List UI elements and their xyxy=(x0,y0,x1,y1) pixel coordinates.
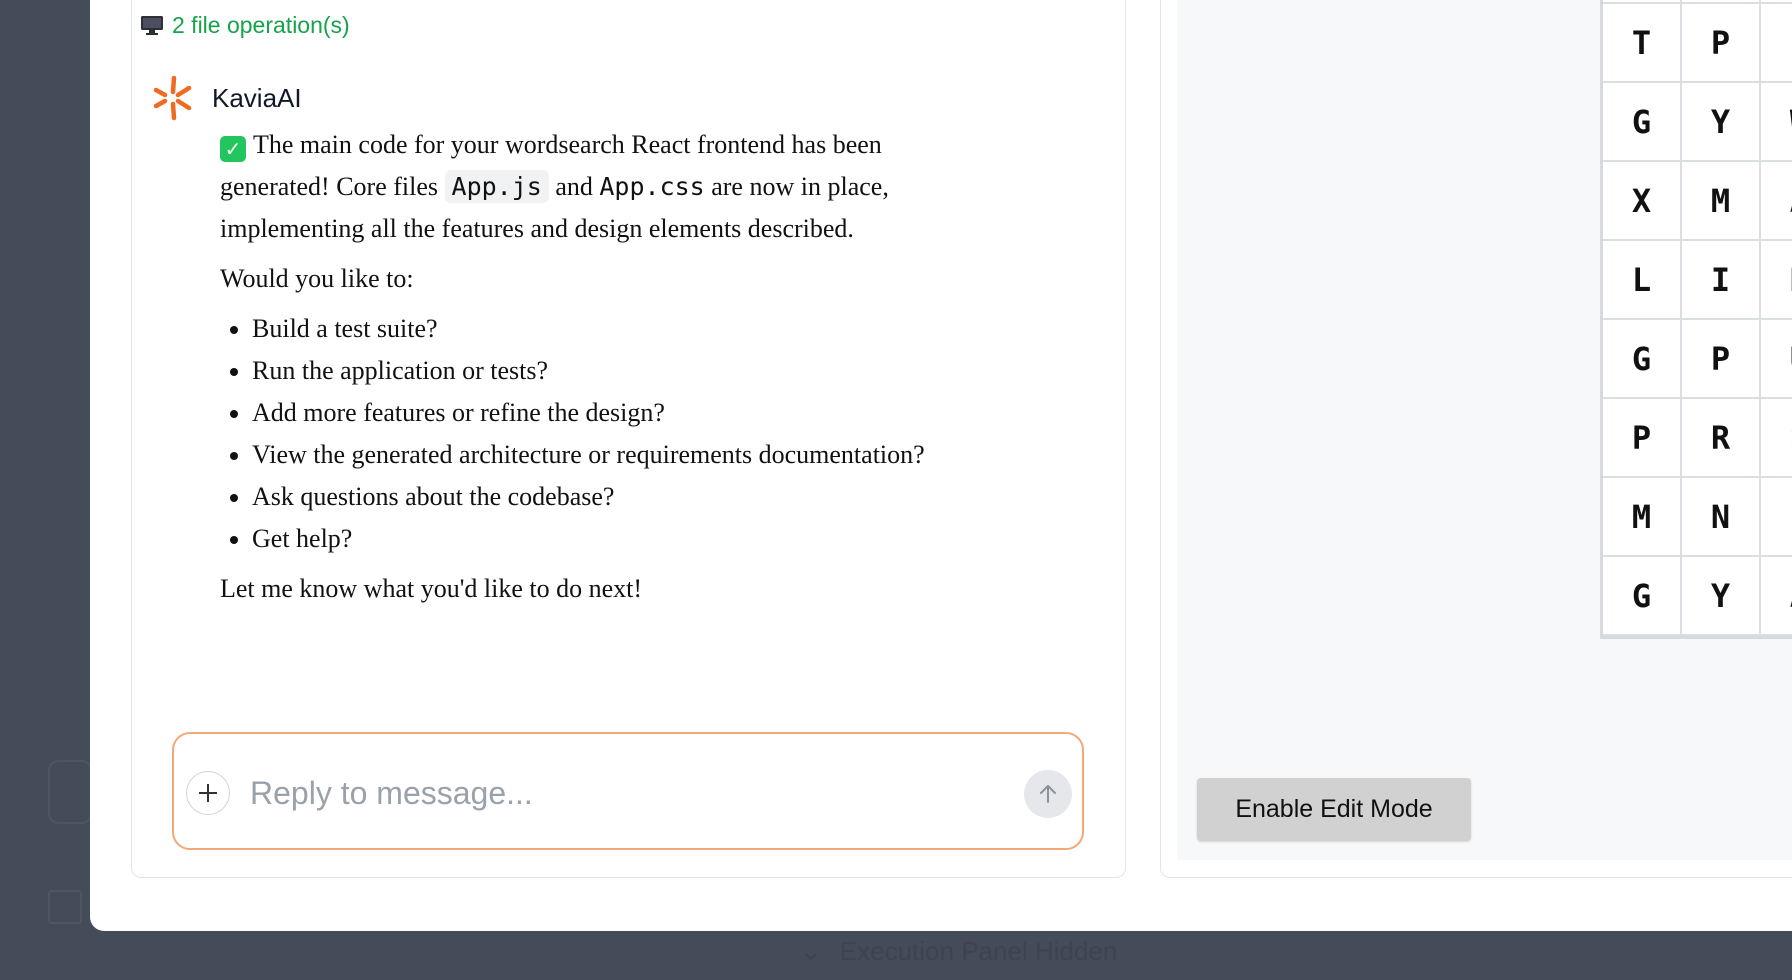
grid-row: PRS xyxy=(1603,399,1792,478)
kavia-logo-icon xyxy=(152,75,192,121)
grid-row: XMA xyxy=(1603,162,1792,241)
grid-cell[interactable]: A xyxy=(1761,557,1792,636)
reply-input[interactable] xyxy=(248,762,972,824)
grid-cell[interactable]: P xyxy=(1682,4,1761,83)
grid-cell[interactable]: N xyxy=(1761,241,1792,320)
background-sidebar-item xyxy=(48,890,82,924)
grid-cell[interactable]: U xyxy=(1761,320,1792,399)
list-item: Get help? xyxy=(252,518,960,560)
monitor-icon xyxy=(140,15,164,35)
message-closing: Let me know what you'd like to do next! xyxy=(220,574,643,603)
list-item: View the generated architecture or requi… xyxy=(252,434,960,476)
grid-cell[interactable]: R xyxy=(1682,399,1761,478)
grid-cell[interactable]: T xyxy=(1603,4,1682,83)
grid-cell[interactable]: G xyxy=(1603,557,1682,636)
grid-row: GYA xyxy=(1603,557,1792,636)
grid-cell[interactable]: G xyxy=(1603,320,1682,399)
background-sidebar-item xyxy=(48,760,92,824)
grid-cell[interactable]: P xyxy=(1603,399,1682,478)
grid-cell[interactable]: I xyxy=(1761,4,1792,83)
check-mark-icon: ✓ xyxy=(220,136,246,162)
options-list: Build a test suite? Run the application … xyxy=(220,308,960,560)
execution-panel-label: Execution Panel Hidden xyxy=(839,936,1118,966)
message-sender: KaviaAI xyxy=(152,75,302,121)
grid-cell[interactable]: S xyxy=(1761,399,1792,478)
enable-edit-mode-button[interactable]: Enable Edit Mode xyxy=(1197,778,1471,841)
grid-row: MNI xyxy=(1603,478,1792,557)
grid-cell[interactable]: M xyxy=(1682,162,1761,241)
reply-composer xyxy=(172,732,1084,850)
grid-cell[interactable]: Y xyxy=(1682,557,1761,636)
sender-name: KaviaAI xyxy=(212,82,302,113)
grid-row: GPU xyxy=(1603,320,1792,399)
file-operations-label: 2 file operation(s) xyxy=(172,11,350,38)
grid-cell[interactable]: Y xyxy=(1682,83,1761,162)
grid-cell[interactable]: G xyxy=(1603,83,1682,162)
file-operations-indicator[interactable]: 2 file operation(s) xyxy=(140,10,350,40)
execution-panel-toggle[interactable]: ⌄ Execution Panel Hidden xyxy=(800,936,1117,967)
attach-button[interactable] xyxy=(186,771,230,815)
message-intro-text: and xyxy=(548,172,600,201)
send-button[interactable] xyxy=(1024,770,1072,818)
inline-code-app-css: App.css xyxy=(599,172,705,201)
list-item: Ask questions about the codebase? xyxy=(252,476,960,518)
grid-cell[interactable]: I xyxy=(1682,241,1761,320)
plus-icon xyxy=(199,784,217,802)
grid-row: TPI xyxy=(1603,4,1792,83)
list-item: Build a test suite? xyxy=(252,308,960,350)
list-item: Run the application or tests? xyxy=(252,350,960,392)
grid-cell[interactable]: M xyxy=(1603,478,1682,557)
grid-cell[interactable]: A xyxy=(1761,162,1792,241)
grid-cell[interactable]: P xyxy=(1682,320,1761,399)
message-question: Would you like to: xyxy=(220,264,414,293)
word-search-grid: TPIGYWXMALINGPUPRSMNIGYA xyxy=(1600,0,1792,639)
grid-cell[interactable]: I xyxy=(1761,478,1792,557)
grid-cell[interactable]: W xyxy=(1761,83,1792,162)
message-intro: ✓ The main code for your wordsearch React… xyxy=(220,124,960,250)
assistant-message: ✓ The main code for your wordsearch React… xyxy=(220,124,960,618)
grid-row: GYW xyxy=(1603,83,1792,162)
arrow-up-icon xyxy=(1040,785,1056,803)
grid-row: LIN xyxy=(1603,241,1792,320)
grid-cell[interactable]: N xyxy=(1682,478,1761,557)
list-item: Add more features or refine the design? xyxy=(252,392,960,434)
inline-code-app-js: App.js xyxy=(444,170,549,203)
grid-cell[interactable]: X xyxy=(1603,162,1682,241)
chevron-down-icon: ⌄ xyxy=(800,936,822,966)
grid-cell[interactable]: L xyxy=(1603,241,1682,320)
